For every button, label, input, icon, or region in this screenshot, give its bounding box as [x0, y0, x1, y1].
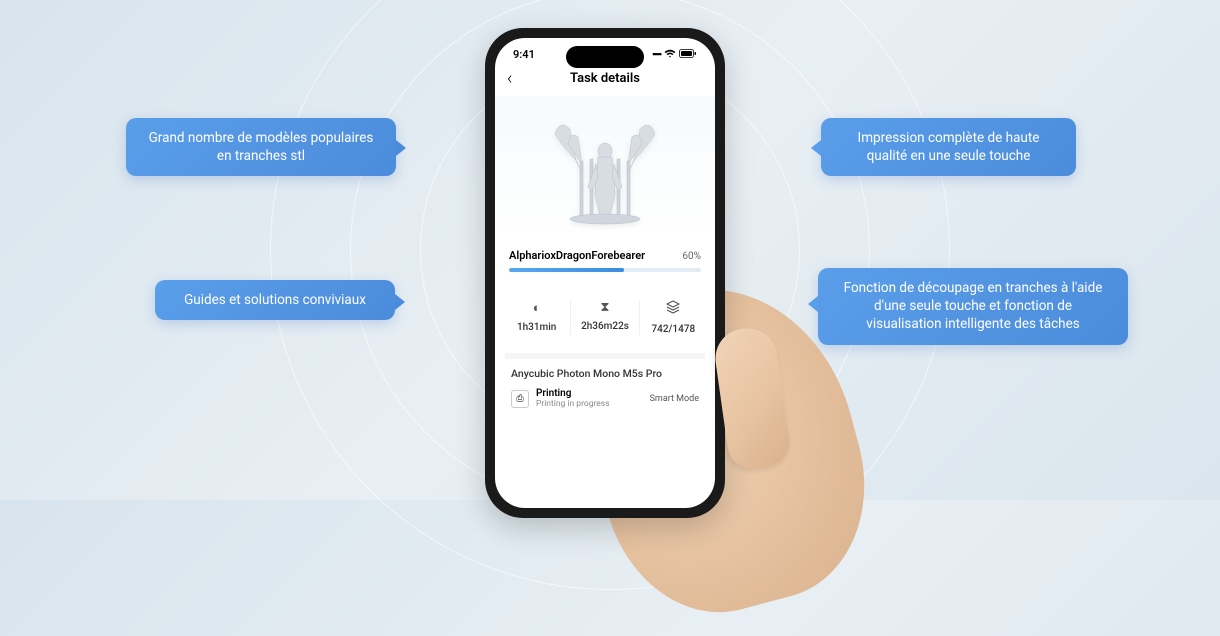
signal-icon: ▪▪▪▪	[652, 49, 661, 60]
callout-guides: Guides et solutions conviviaux	[155, 280, 395, 320]
clock-icon: ◐	[533, 300, 541, 316]
battery-icon	[679, 48, 697, 61]
print-mode: Smart Mode	[650, 394, 699, 404]
screen-header: ‹ Task details	[495, 65, 715, 96]
printer-section: Anycubic Photon Mono M5s Pro ⎙ Printing …	[505, 353, 705, 417]
stats-row: ◐ 1h31min ⧗ 2h36m22s 742/1478	[503, 292, 707, 343]
print-status-sub: Printing in progress	[536, 399, 610, 409]
phone-notch	[566, 46, 644, 68]
print-status-icon: ⎙	[511, 390, 529, 408]
status-icons: ▪▪▪▪	[652, 48, 697, 61]
wifi-icon	[664, 48, 676, 61]
progress-fill	[509, 268, 624, 272]
model-thumbnail	[540, 109, 670, 229]
layers-icon	[666, 300, 680, 318]
stat-elapsed: ◐ 1h31min	[503, 300, 571, 335]
callout-one-touch-print: Impression complète de haute qualité en …	[821, 118, 1076, 176]
page-title: Task details	[570, 71, 640, 86]
status-time: 9:41	[513, 48, 535, 61]
callout-slicing-visualization: Fonction de découpage en tranches à l'ai…	[818, 268, 1128, 345]
print-status-title: Printing	[536, 388, 610, 399]
progress-section: AlpharioxDragonForebearer 60%	[495, 241, 715, 282]
stat-remaining: ⧗ 2h36m22s	[571, 300, 639, 335]
elapsed-value: 1h31min	[517, 322, 556, 333]
hourglass-icon: ⧗	[600, 300, 609, 315]
print-status-row: ⎙ Printing Printing in progress Smart Mo…	[511, 388, 699, 409]
progress-bar	[509, 268, 701, 272]
layers-value: 742/1478	[651, 324, 695, 335]
back-button[interactable]: ‹	[507, 68, 512, 89]
phone-mockup: 9:41 ▪▪▪▪ ‹ Task details	[485, 28, 735, 548]
progress-percent: 60%	[682, 251, 701, 262]
remaining-value: 2h36m22s	[581, 321, 629, 332]
printer-name: Anycubic Photon Mono M5s Pro	[511, 367, 699, 380]
file-name: AlpharioxDragonForebearer	[509, 249, 645, 262]
stat-layers: 742/1478	[640, 300, 707, 335]
phone-screen: 9:41 ▪▪▪▪ ‹ Task details	[495, 38, 715, 508]
callout-popular-models: Grand nombre de modèles populaires en tr…	[126, 118, 396, 176]
model-preview	[495, 96, 715, 241]
